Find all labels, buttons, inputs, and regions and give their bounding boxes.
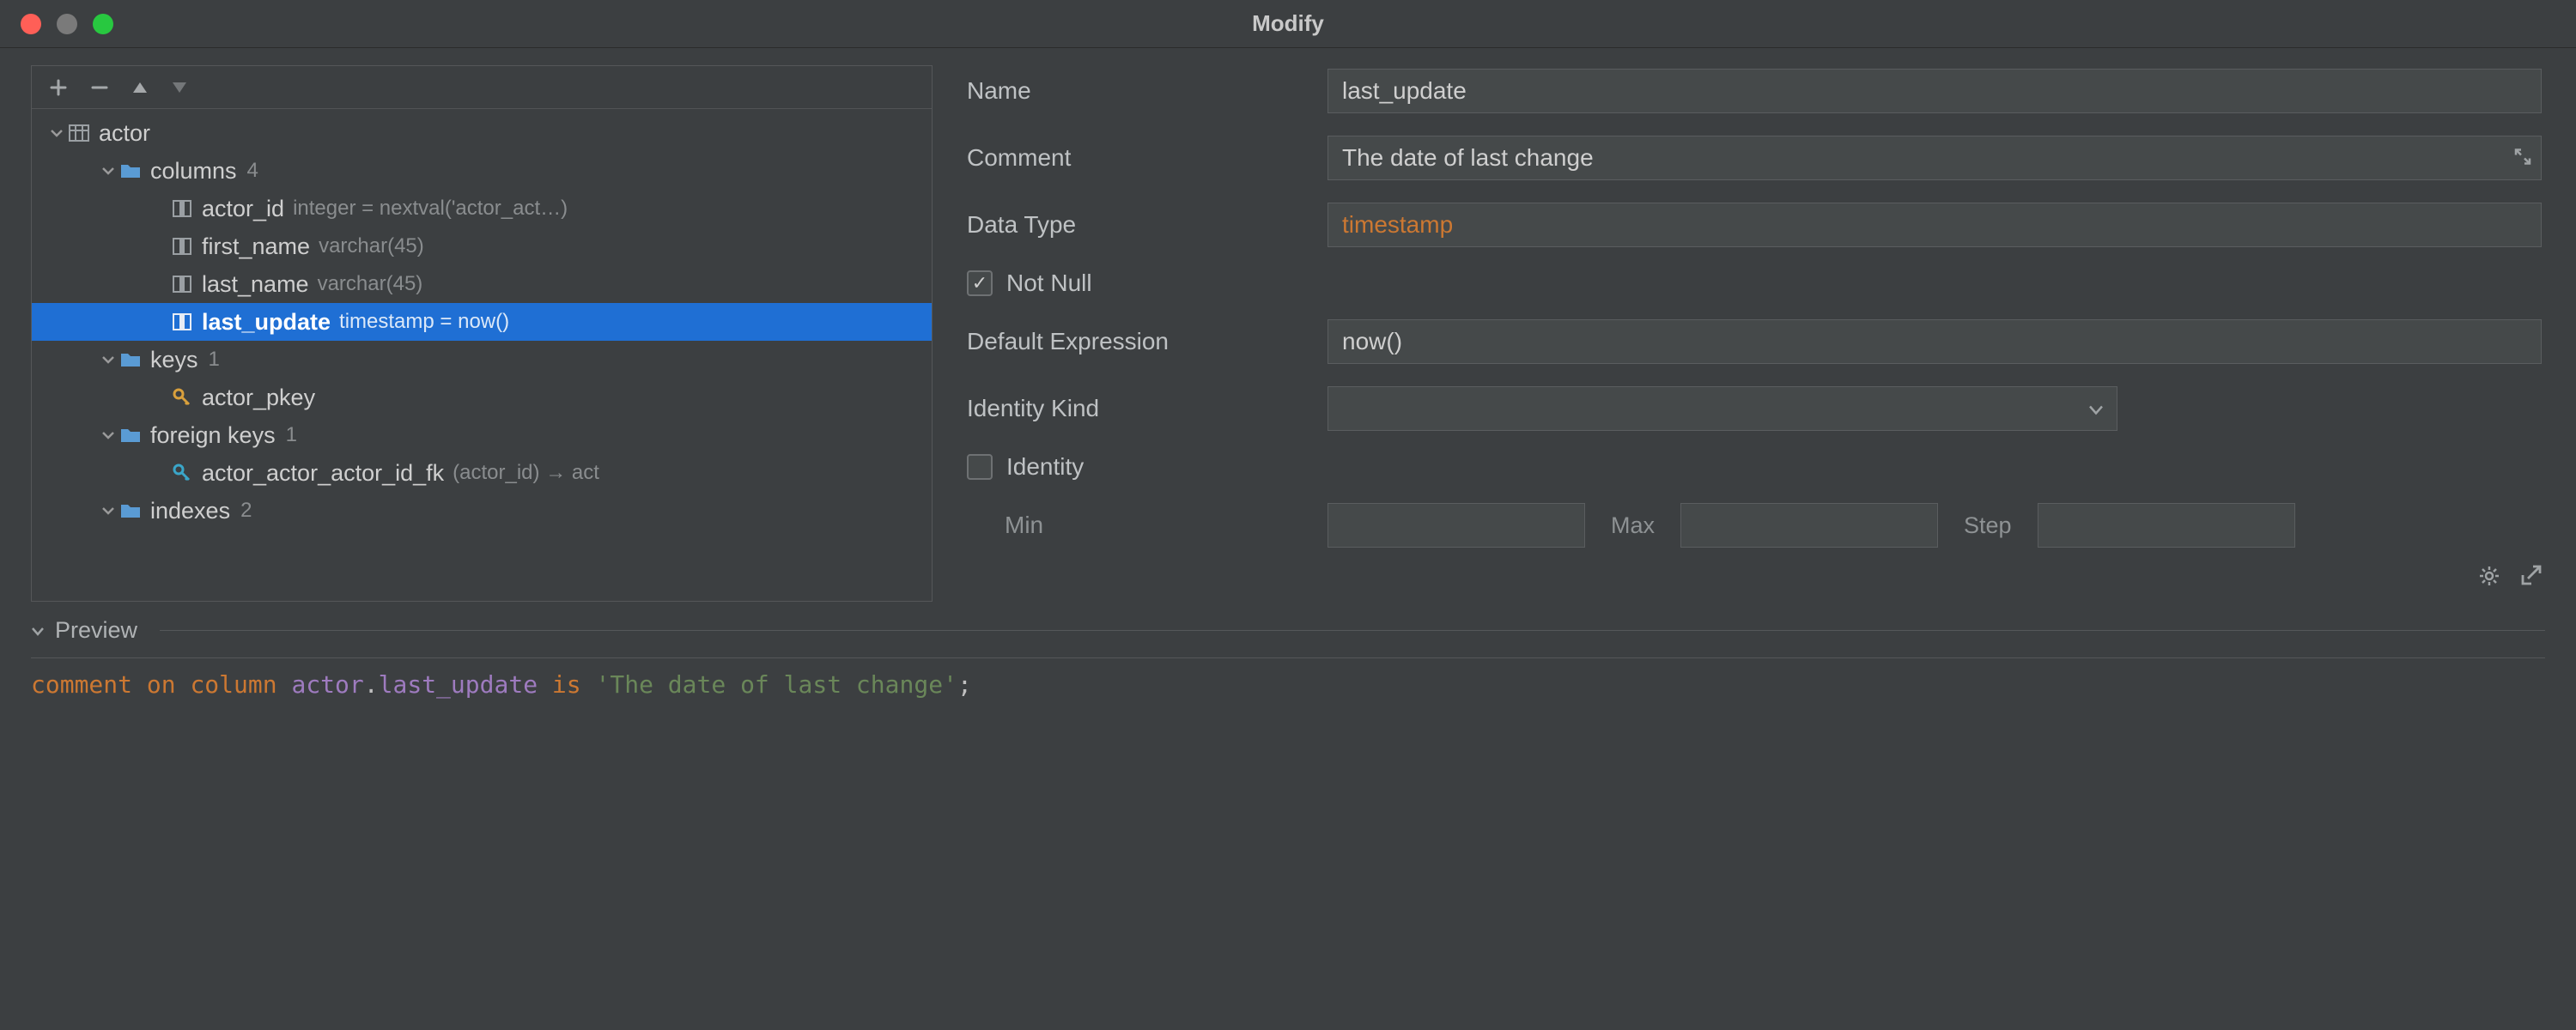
tree-count: 1 <box>286 425 297 445</box>
column-icon <box>169 313 195 330</box>
tree-group-indexes[interactable]: indexes 2 <box>32 492 932 530</box>
tree-node-foreign-key[interactable]: actor_actor_actor_id_fk (actor_id) → act <box>32 454 932 492</box>
name-label: Name <box>967 77 1327 105</box>
tree-node-meta: (actor_id) → act <box>453 463 599 483</box>
expand-icon[interactable] <box>2514 145 2531 172</box>
column-form: Name Comment Data Type Not Null <box>933 48 2576 602</box>
comment-label: Comment <box>967 144 1327 172</box>
min-input[interactable] <box>1327 503 1585 548</box>
zoom-window-button[interactable] <box>93 14 113 34</box>
identity-checkbox[interactable] <box>967 454 993 480</box>
folder-icon <box>118 351 143 368</box>
default-expression-input[interactable] <box>1327 319 2542 364</box>
tree-node-column[interactable]: last_name varchar(45) <box>32 265 932 303</box>
folder-icon <box>118 427 143 444</box>
tree-count: 1 <box>209 349 220 370</box>
column-icon <box>169 276 195 293</box>
close-window-button[interactable] <box>21 14 41 34</box>
identity-label: Identity <box>1006 453 1084 481</box>
tree-node-meta: varchar(45) <box>319 236 424 257</box>
sql-dot: . <box>364 670 379 699</box>
tree-group-keys[interactable]: keys 1 <box>32 341 932 379</box>
folder-icon <box>118 502 143 519</box>
add-button[interactable] <box>49 78 68 97</box>
chevron-down-icon <box>99 353 118 367</box>
folder-icon <box>118 162 143 179</box>
tree-group-columns[interactable]: columns 4 <box>32 152 932 190</box>
tree-node-label: last_name <box>202 273 309 296</box>
preview-label: Preview <box>55 617 137 644</box>
tree-node-key[interactable]: actor_pkey <box>32 379 932 416</box>
titlebar: Modify <box>0 0 2576 48</box>
datatype-label: Data Type <box>967 211 1327 239</box>
max-input[interactable] <box>1680 503 1938 548</box>
min-label: Min <box>967 512 1327 539</box>
not-null-checkbox[interactable] <box>967 270 993 296</box>
open-external-icon[interactable] <box>2519 565 2542 593</box>
default-expression-label: Default Expression <box>967 328 1327 355</box>
sql-identifier: actor <box>291 670 363 699</box>
tree-node-table-actor[interactable]: actor <box>32 114 932 152</box>
tree-toolbar <box>32 66 932 109</box>
identity-kind-label: Identity Kind <box>967 395 1327 422</box>
identity-kind-select[interactable] <box>1327 386 2117 431</box>
tree-count: 4 <box>247 161 258 181</box>
tree-node-label: actor <box>99 122 150 145</box>
minimize-window-button[interactable] <box>57 14 77 34</box>
sql-string: 'The date of last change' <box>596 670 957 699</box>
tree-node-column-selected[interactable]: last_update timestamp = now() <box>32 303 932 341</box>
move-down-button[interactable] <box>171 81 188 94</box>
tree-node-column[interactable]: actor_id integer = nextval('actor_act…) <box>32 190 932 227</box>
tree-node-label: first_name <box>202 235 310 258</box>
tree-node-meta: varchar(45) <box>318 274 423 294</box>
column-icon <box>169 200 195 217</box>
key-icon <box>169 388 195 407</box>
structure-tree[interactable]: actor columns 4 actor_id integer = nextv… <box>32 109 932 535</box>
datatype-input[interactable] <box>1327 203 2542 247</box>
preview-header[interactable]: Preview <box>0 602 2576 652</box>
tree-node-label: last_update <box>202 311 331 334</box>
tree-node-label: columns <box>150 160 237 183</box>
tree-node-label: indexes <box>150 500 230 523</box>
sql-preview[interactable]: comment on column actor.last_update is '… <box>31 657 2545 699</box>
foreign-key-icon <box>169 464 195 482</box>
sql-keyword: column <box>190 670 276 699</box>
sql-identifier: last_update <box>379 670 538 699</box>
tree-node-label: foreign keys <box>150 424 276 447</box>
max-label: Max <box>1611 512 1655 539</box>
tree-count: 2 <box>240 500 252 521</box>
sql-keyword: is <box>552 670 581 699</box>
tree-node-label: actor_pkey <box>202 386 315 409</box>
table-icon <box>66 124 92 142</box>
column-icon <box>169 238 195 255</box>
window-controls <box>0 14 113 34</box>
chevron-down-icon <box>47 126 66 140</box>
tree-node-meta: integer = nextval('actor_act…) <box>293 198 568 219</box>
sql-semicolon: ; <box>957 670 972 699</box>
not-null-label: Not Null <box>1006 270 1092 297</box>
chevron-down-icon <box>99 164 118 178</box>
divider <box>160 630 2545 631</box>
window-title: Modify <box>1252 10 1324 37</box>
step-label: Step <box>1964 512 2012 539</box>
tree-node-column[interactable]: first_name varchar(45) <box>32 227 932 265</box>
comment-input[interactable] <box>1327 136 2542 180</box>
chevron-down-icon <box>31 617 45 644</box>
tree-node-label: keys <box>150 348 198 372</box>
tree-node-label: actor_actor_actor_id_fk <box>202 462 444 485</box>
tree-group-foreign-keys[interactable]: foreign keys 1 <box>32 416 932 454</box>
tree-node-label: actor_id <box>202 197 284 221</box>
sql-keyword: comment <box>31 670 132 699</box>
tree-node-meta: timestamp = now() <box>339 312 509 332</box>
sql-keyword: on <box>147 670 176 699</box>
remove-button[interactable] <box>90 78 109 97</box>
move-up-button[interactable] <box>131 81 149 94</box>
chevron-down-icon <box>99 504 118 518</box>
step-input[interactable] <box>2038 503 2295 548</box>
structure-tree-panel: actor columns 4 actor_id integer = nextv… <box>31 65 933 602</box>
chevron-down-icon <box>99 428 118 442</box>
name-input[interactable] <box>1327 69 2542 113</box>
gear-icon[interactable] <box>2478 565 2500 593</box>
